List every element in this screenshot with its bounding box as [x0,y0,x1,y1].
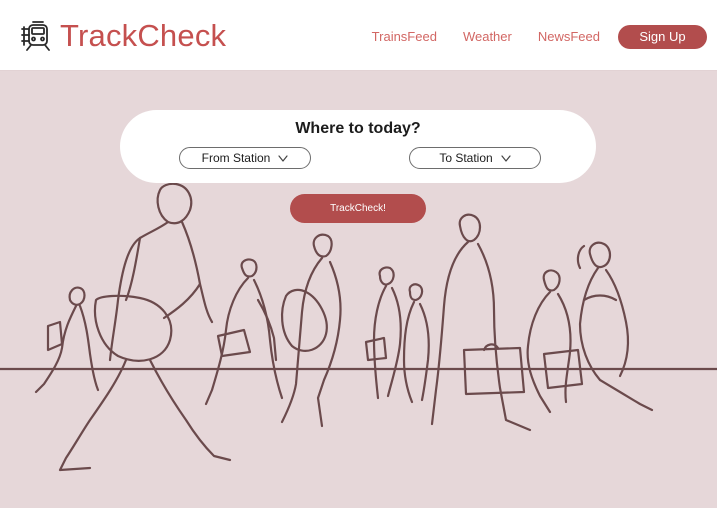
from-station-label: From Station [201,151,271,165]
walker-figure [364,266,430,404]
walker-figure [204,258,284,406]
walker-figure [576,241,654,412]
sign-up-button[interactable]: Sign Up [618,25,707,49]
search-heading: Where to today? [295,120,421,137]
main-nav: TrainsFeed Weather NewsFeed Sign Up [372,24,707,50]
trackcheck-submit-button[interactable]: TrackCheck! [290,194,426,223]
walker-figure [34,286,100,394]
nav-link-newsfeed[interactable]: NewsFeed [538,24,600,50]
walker-figure [280,233,342,428]
nav-link-weather[interactable]: Weather [463,24,512,50]
chevron-down-icon [501,154,511,162]
search-card: Where to today? From Station To Station [120,110,596,183]
train-icon [21,21,50,51]
walker-figure [526,269,584,414]
brand-name: TrackCheck [60,18,227,53]
from-station-dropdown[interactable]: From Station [179,147,311,169]
top-navbar: TrackCheck TrainsFeed Weather NewsFeed S… [0,0,717,71]
nav-link-trainsfeed[interactable]: TrainsFeed [372,24,437,50]
to-station-dropdown[interactable]: To Station [409,147,541,169]
walker-figure [430,213,532,432]
chevron-down-icon [278,154,288,162]
brand-logo[interactable]: TrackCheck [20,18,226,54]
page: TrackCheck TrainsFeed Weather NewsFeed S… [0,0,717,508]
to-station-label: To Station [439,151,493,165]
